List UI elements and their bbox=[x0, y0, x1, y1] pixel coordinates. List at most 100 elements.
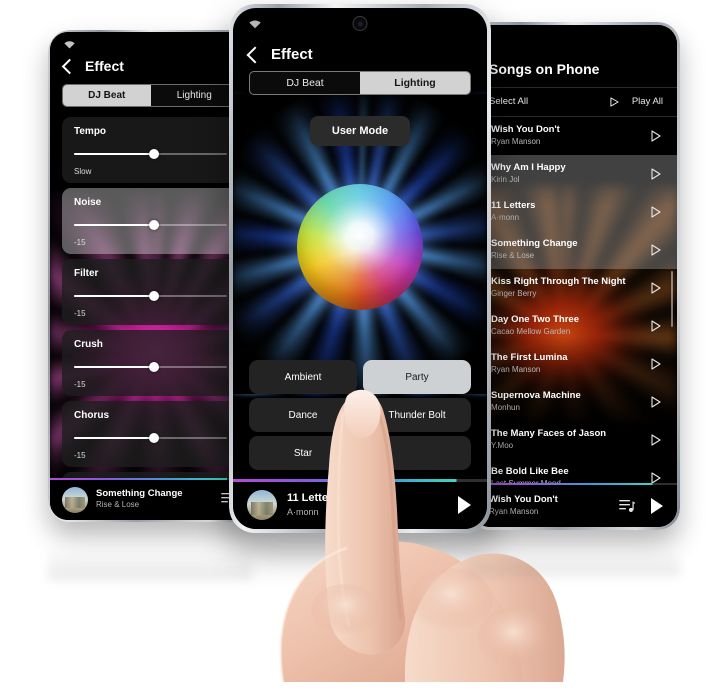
left-phone: Effect DJ Beat Lighting Tempo Slow Noise bbox=[48, 30, 253, 522]
scrollbar[interactable] bbox=[671, 271, 673, 327]
now-playing-title: Something Change bbox=[96, 488, 183, 499]
now-playing-title: Wish You Don't bbox=[489, 494, 558, 505]
wifi-icon bbox=[64, 41, 75, 49]
left-mini-player[interactable]: Something Change Rise & Lose bbox=[50, 478, 251, 520]
play-icon[interactable] bbox=[651, 244, 661, 256]
center-mini-player[interactable]: 11 Letters A·monn bbox=[233, 479, 487, 529]
page-title: Effect bbox=[271, 46, 313, 63]
tab-lighting[interactable]: Lighting bbox=[360, 72, 470, 94]
center-tab-group[interactable]: DJ Beat Lighting bbox=[249, 71, 471, 95]
effect-value: Slow bbox=[74, 167, 92, 176]
play-icon[interactable] bbox=[651, 320, 661, 332]
play-all-button[interactable]: Play All bbox=[632, 96, 663, 107]
play-icon[interactable] bbox=[651, 206, 661, 218]
progress-bar[interactable] bbox=[50, 478, 251, 480]
slider-knob[interactable] bbox=[148, 220, 159, 230]
effect-label: Crush bbox=[74, 339, 103, 350]
mode-button-ambient[interactable]: Ambient bbox=[249, 360, 357, 394]
tab-lighting[interactable]: Lighting bbox=[151, 85, 239, 106]
slider-knob[interactable] bbox=[148, 362, 159, 372]
play-icon[interactable] bbox=[651, 434, 661, 446]
play-icon[interactable] bbox=[651, 396, 661, 408]
effect-card-filter[interactable]: Filter -15 bbox=[62, 259, 239, 325]
song-row[interactable]: Day One Two Three Cacao Mellow Garden bbox=[471, 307, 677, 345]
effect-card-tempo[interactable]: Tempo Slow bbox=[62, 117, 239, 183]
center-phone-screen: Effect DJ Beat Lighting User Mode Ambien… bbox=[233, 8, 487, 529]
song-row[interactable]: Kiss Right Through The Night Ginger Berr… bbox=[471, 269, 677, 307]
right-phone: Songs on Phone Select All Play All Wish … bbox=[468, 22, 680, 530]
mode-button-thunder-bolt[interactable]: Thunder Bolt bbox=[363, 398, 471, 432]
song-row[interactable]: Something Change Rise & Lose bbox=[471, 231, 677, 269]
song-artist: Kirin Jol bbox=[491, 175, 520, 184]
play-icon[interactable] bbox=[651, 130, 661, 142]
slider-knob[interactable] bbox=[148, 433, 159, 443]
song-row[interactable]: 11 Letters A·monn bbox=[471, 193, 677, 231]
play-icon[interactable] bbox=[651, 168, 661, 180]
mode-button-party[interactable]: Party bbox=[363, 360, 471, 394]
user-mode-button[interactable]: User Mode bbox=[310, 116, 410, 146]
left-status-bar bbox=[50, 32, 251, 52]
effect-slider[interactable] bbox=[74, 291, 227, 301]
left-tab-group[interactable]: DJ Beat Lighting bbox=[62, 84, 239, 107]
left-nav-bar: Effect bbox=[61, 58, 237, 74]
slider-fill bbox=[74, 153, 154, 155]
song-row[interactable]: The First Lumina Ryan Manson bbox=[471, 345, 677, 383]
effect-label: Noise bbox=[74, 197, 102, 208]
song-artist: Monhun bbox=[491, 403, 520, 412]
song-row[interactable]: The Many Faces of Jason Y.Moo bbox=[471, 421, 677, 459]
now-playing-artist: A·monn bbox=[287, 507, 319, 517]
effect-slider[interactable] bbox=[74, 149, 227, 159]
slider-knob[interactable] bbox=[148, 291, 159, 301]
effect-slider[interactable] bbox=[74, 433, 227, 443]
effect-value: -15 bbox=[74, 238, 86, 247]
play-icon[interactable] bbox=[651, 498, 663, 514]
play-icon[interactable] bbox=[651, 282, 661, 294]
scene-root: Effect DJ Beat Lighting Tempo Slow Noise bbox=[0, 0, 720, 683]
page-title: Effect bbox=[85, 58, 124, 74]
effect-slider[interactable] bbox=[74, 362, 227, 372]
right-page-title: Songs on Phone bbox=[489, 61, 600, 77]
song-row[interactable]: Supernova Machine Monhun bbox=[471, 383, 677, 421]
now-playing-title: 11 Letters bbox=[287, 492, 339, 504]
album-art bbox=[247, 490, 277, 520]
song-title: Kiss Right Through The Night bbox=[491, 276, 626, 287]
back-chevron-icon[interactable] bbox=[61, 58, 78, 74]
right-mini-player[interactable]: Wish You Don't Ryan Manson bbox=[471, 483, 677, 527]
right-status-bar bbox=[471, 25, 677, 45]
song-row[interactable]: Wish You Don't Ryan Manson bbox=[471, 117, 677, 155]
play-icon[interactable] bbox=[458, 496, 471, 514]
slider-fill bbox=[74, 224, 154, 226]
progress-bar[interactable] bbox=[233, 479, 487, 482]
song-artist: Ryan Manson bbox=[491, 137, 541, 146]
mode-button-dance[interactable]: Dance bbox=[249, 398, 357, 432]
play-icon[interactable] bbox=[651, 358, 661, 370]
effect-card-chorus[interactable]: Chorus -15 bbox=[62, 401, 239, 467]
effect-card-crush[interactable]: Crush -15 bbox=[62, 330, 239, 396]
tab-dj-beat[interactable]: DJ Beat bbox=[63, 85, 151, 106]
select-all-button[interactable]: Select All bbox=[489, 96, 528, 107]
effect-card-noise[interactable]: Noise -15 bbox=[62, 188, 239, 254]
song-artist: Ryan Manson bbox=[491, 365, 541, 374]
song-title: The First Lumina bbox=[491, 352, 568, 363]
song-title: Supernova Machine bbox=[491, 390, 581, 401]
song-title: Why Am I Happy bbox=[491, 162, 566, 173]
mode-button-star[interactable]: Star bbox=[249, 436, 357, 470]
song-row[interactable]: Why Am I Happy Kirin Jol bbox=[471, 155, 677, 193]
back-chevron-icon[interactable] bbox=[246, 46, 264, 63]
center-nav-bar: Effect bbox=[246, 46, 471, 63]
front-camera-icon bbox=[352, 16, 368, 31]
color-wheel-picker[interactable] bbox=[297, 184, 423, 310]
song-artist: Cacao Mellow Garden bbox=[491, 327, 571, 336]
tab-dj-beat[interactable]: DJ Beat bbox=[250, 72, 360, 94]
now-playing-artist: Ryan Manson bbox=[489, 507, 539, 516]
effect-slider[interactable] bbox=[74, 220, 227, 230]
progress-bar[interactable] bbox=[471, 483, 677, 485]
song-artist: A·monn bbox=[491, 213, 520, 222]
right-phone-screen: Songs on Phone Select All Play All Wish … bbox=[471, 25, 677, 527]
playlist-queue-icon[interactable] bbox=[619, 498, 635, 513]
center-phone: Effect DJ Beat Lighting User Mode Ambien… bbox=[229, 4, 491, 533]
slider-knob[interactable] bbox=[148, 149, 159, 159]
song-title: Be Bold Like Bee bbox=[491, 466, 569, 477]
left-phone-screen: Effect DJ Beat Lighting Tempo Slow Noise bbox=[50, 32, 251, 520]
mode-button-empty[interactable] bbox=[363, 436, 471, 470]
